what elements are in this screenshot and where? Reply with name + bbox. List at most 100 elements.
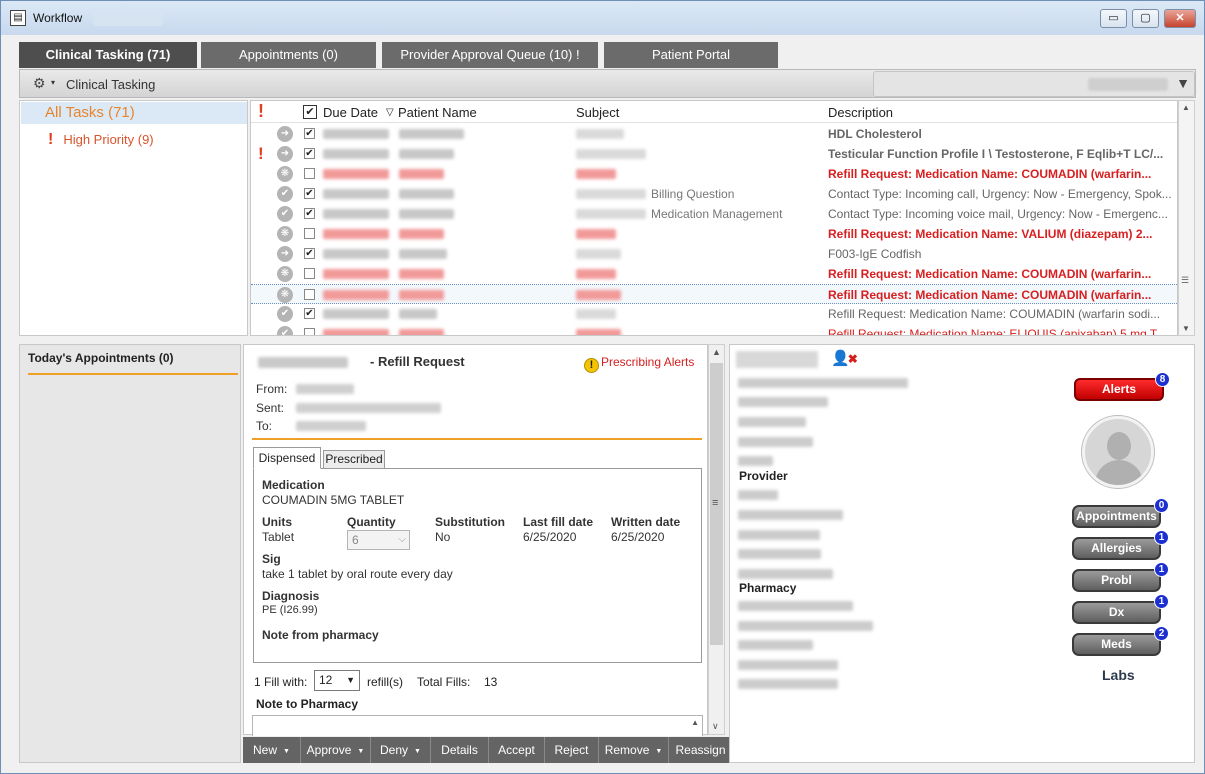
- row-checkbox[interactable]: ✔: [304, 248, 315, 259]
- select-all-checkbox[interactable]: ✔: [303, 105, 317, 119]
- prescribing-alerts-link[interactable]: ! Prescribing Alerts: [584, 355, 694, 373]
- scroll-up-icon[interactable]: ▲: [1182, 103, 1190, 112]
- task-status-icon[interactable]: ✔: [277, 206, 293, 222]
- scroll-up-icon[interactable]: ▲: [691, 718, 699, 727]
- row-checkbox[interactable]: ✔: [304, 308, 315, 319]
- row-checkbox[interactable]: [304, 228, 315, 239]
- row-checkbox[interactable]: ✔: [304, 148, 315, 159]
- probl-button[interactable]: Probl: [1072, 569, 1161, 592]
- dropdown-caret-icon[interactable]: ▼: [414, 748, 421, 755]
- action-remove-button[interactable]: Remove ▼: [599, 737, 669, 763]
- column-patient-name[interactable]: Patient Name: [398, 105, 477, 120]
- task-description: Refill Request: Medication Name: COUMADI…: [828, 288, 1152, 302]
- table-row[interactable]: ✔ Refill Request: Medication Name: ELIQUI…: [251, 324, 1177, 335]
- scroll-grip-icon[interactable]: ☰: [1181, 275, 1189, 286]
- task-status-icon[interactable]: ❋: [277, 287, 293, 303]
- note-to-pharmacy-input[interactable]: ▲: [252, 715, 703, 736]
- table-row[interactable]: ✔ ✔ Billing Question Contact Type: Incoming…: [251, 184, 1177, 204]
- alerts-button[interactable]: Alerts: [1074, 378, 1164, 401]
- task-status-icon[interactable]: ✔: [277, 306, 293, 322]
- close-button[interactable]: ✕: [1164, 9, 1196, 28]
- remove-patient-icon[interactable]: 👤✖: [831, 349, 858, 367]
- allergies-button[interactable]: Allergies: [1072, 537, 1161, 560]
- column-description[interactable]: Description: [828, 105, 893, 120]
- grid-scrollbar[interactable]: ▲ ☰ ▼: [1178, 100, 1195, 336]
- pharmacy-fax-redacted: [738, 679, 838, 689]
- row-checkbox[interactable]: ✔: [304, 188, 315, 199]
- patient-tab-redacted[interactable]: [736, 351, 818, 368]
- table-row[interactable]: ✔ ✔ Refill Request: Medication Name: COUMA…: [251, 304, 1177, 324]
- row-checkbox[interactable]: ✔: [304, 128, 315, 139]
- table-row[interactable]: ❋ Refill Request: Medication Name: VALIUM…: [251, 224, 1177, 244]
- table-row[interactable]: ❋ Refill Request: Medication Name: COUMAD…: [251, 164, 1177, 184]
- title-redacted: [93, 10, 163, 26]
- row-checkbox[interactable]: [304, 289, 315, 300]
- table-row[interactable]: ➜ ✔ HDL Cholesterol: [251, 124, 1177, 144]
- appointments-button[interactable]: Appointments: [1072, 505, 1161, 528]
- scroll-down-icon[interactable]: ▼: [1182, 324, 1190, 333]
- action-new-button[interactable]: New ▼: [243, 737, 301, 763]
- quantity-label: Quantity: [347, 515, 396, 529]
- priority-column-icon[interactable]: !: [258, 101, 264, 122]
- task-status-icon[interactable]: ❋: [277, 266, 293, 282]
- quantity-select[interactable]: 6 ⌵: [347, 530, 410, 550]
- table-row[interactable]: ! ➜ ✔ Testicular Function Profile I \ Testo…: [251, 144, 1177, 164]
- task-status-icon[interactable]: ❋: [277, 226, 293, 242]
- tab-clinical-tasking[interactable]: Clinical Tasking (71): [19, 42, 197, 68]
- row-checkbox[interactable]: [304, 168, 315, 179]
- dropdown-caret-icon[interactable]: ▼: [655, 748, 662, 755]
- task-status-icon[interactable]: ➜: [277, 146, 293, 162]
- chevron-down-icon[interactable]: ▾: [51, 78, 55, 87]
- table-row[interactable]: ❋ Refill Request: Medication Name: COUMAD…: [251, 284, 1177, 304]
- detail-divider: [252, 438, 702, 440]
- action-details-button[interactable]: Details: [431, 737, 489, 763]
- column-due-date[interactable]: Due Date: [323, 105, 378, 120]
- row-checkbox[interactable]: ✔: [304, 208, 315, 219]
- pane-splitter-icon[interactable]: ≡: [712, 497, 718, 509]
- action-reassign-button[interactable]: Reassign: [669, 737, 733, 763]
- action-accept-button[interactable]: Accept: [489, 737, 545, 763]
- tab-provider-approval-queue[interactable]: Provider Approval Queue (10) !: [382, 42, 598, 68]
- sort-icon[interactable]: ▽: [386, 107, 394, 118]
- dropdown-caret-icon[interactable]: ▼: [283, 748, 290, 755]
- scroll-up-icon[interactable]: ▲: [712, 347, 721, 357]
- appointments-count-badge: 0: [1154, 498, 1169, 513]
- task-status-icon[interactable]: ➜: [277, 246, 293, 262]
- fill-with-value: 12: [319, 673, 333, 687]
- due-date-redacted: [323, 229, 389, 239]
- table-row[interactable]: ➜ ✔ F003-IgE Codfish: [251, 244, 1177, 264]
- filter-all-tasks[interactable]: All Tasks (71): [21, 102, 247, 124]
- scroll-down-icon[interactable]: ∨: [712, 721, 719, 732]
- meds-button[interactable]: Meds: [1072, 633, 1161, 656]
- task-status-icon[interactable]: ❋: [277, 166, 293, 182]
- dropdown-caret-icon[interactable]: ▼: [357, 748, 364, 755]
- column-subject[interactable]: Subject: [576, 105, 619, 120]
- maximize-button[interactable]: ▢: [1132, 9, 1159, 28]
- subtab-dispensed[interactable]: Dispensed: [253, 447, 321, 469]
- minimize-button[interactable]: ▭: [1100, 9, 1127, 28]
- pharmacy-phone-redacted: [738, 660, 838, 670]
- subtab-prescribed[interactable]: Prescribed: [323, 450, 385, 469]
- detail-scrollbar[interactable]: ▲ ≡ ∨: [708, 344, 725, 735]
- from-label: From:: [256, 382, 288, 396]
- provider-selector[interactable]: ▼: [873, 71, 1195, 97]
- action-deny-button[interactable]: Deny ▼: [371, 737, 431, 763]
- action-approve-button[interactable]: Approve ▼: [301, 737, 371, 763]
- row-checkbox[interactable]: [304, 268, 315, 279]
- task-status-icon[interactable]: ✔: [277, 326, 293, 335]
- table-row[interactable]: ❋ Refill Request: Medication Name: COUMAD…: [251, 264, 1177, 284]
- action-reject-button[interactable]: Reject: [545, 737, 599, 763]
- gear-icon[interactable]: ⚙: [33, 75, 46, 92]
- task-status-icon[interactable]: ➜: [277, 126, 293, 142]
- fill-with-select[interactable]: 12 ▼: [314, 670, 360, 691]
- task-status-icon[interactable]: ✔: [277, 186, 293, 202]
- tab-appointments[interactable]: Appointments (0): [201, 42, 376, 68]
- provider-redacted: [1088, 78, 1168, 91]
- tab-patient-portal[interactable]: Patient Portal: [604, 42, 778, 68]
- dropdown-caret-icon[interactable]: ▼: [1176, 75, 1190, 91]
- filter-high-priority[interactable]: ! High Priority (9): [48, 131, 154, 149]
- labs-label[interactable]: Labs: [1102, 667, 1135, 683]
- dx-button[interactable]: Dx: [1072, 601, 1161, 624]
- row-checkbox[interactable]: [304, 328, 315, 335]
- table-row[interactable]: ✔ ✔ Medication Management Contact Type: Inc…: [251, 204, 1177, 224]
